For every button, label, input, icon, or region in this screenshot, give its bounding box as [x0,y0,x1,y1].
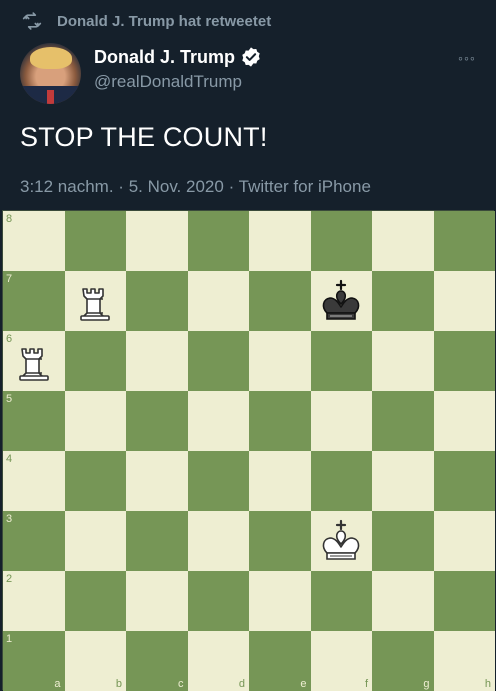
square-c7[interactable] [126,271,188,331]
square-f4[interactable] [310,451,372,511]
file-label: f [364,678,368,690]
tweet-source[interactable]: Twitter for iPhone [239,177,371,196]
square-e7[interactable] [249,271,311,331]
rank-label: 2 [6,573,13,585]
rank-label: 7 [6,273,13,285]
file-label: c [178,678,184,690]
square-f3[interactable] [310,511,372,571]
square-b8[interactable] [64,211,126,271]
square-b5[interactable] [64,391,126,451]
square-h2[interactable] [433,571,495,631]
file-label: e [300,678,307,690]
rank-label: 1 [6,633,13,645]
retweet-text: Donald J. Trump hat retweetet [57,12,272,30]
square-c5[interactable] [126,391,188,451]
tweet-meta: 3:12 nachm. · 5. Nov. 2020 · Twitter for… [20,177,371,196]
file-label: b [115,678,122,690]
square-d8[interactable] [187,211,249,271]
square-a7[interactable]: 7 [3,271,65,331]
square-h4[interactable] [433,451,495,511]
square-f1[interactable]: f [310,631,372,691]
square-h1[interactable]: h [433,631,495,691]
rank-label: 8 [6,213,13,225]
square-e8[interactable] [249,211,311,271]
avatar[interactable] [20,43,81,104]
square-g5[interactable] [372,391,434,451]
square-h3[interactable] [433,511,495,571]
square-a6[interactable]: 6 [3,331,65,391]
square-e6[interactable] [249,331,311,391]
square-d7[interactable] [187,271,249,331]
square-a1[interactable]: 1a [3,631,65,691]
square-h7[interactable] [433,271,495,331]
square-e3[interactable] [249,511,311,571]
file-label: d [238,678,245,690]
square-d3[interactable] [187,511,249,571]
square-b6[interactable] [64,331,126,391]
square-c6[interactable] [126,331,188,391]
square-e1[interactable]: e [249,631,311,691]
square-b7[interactable] [64,271,126,331]
square-b3[interactable] [64,511,126,571]
tweet-time[interactable]: 3:12 nachm. [20,177,114,196]
square-c4[interactable] [126,451,188,511]
square-h6[interactable] [433,331,495,391]
square-g7[interactable] [372,271,434,331]
square-f5[interactable] [310,391,372,451]
user-name: Donald J. Trump [94,46,236,67]
square-a3[interactable]: 3 [3,511,65,571]
square-d6[interactable] [187,331,249,391]
more-options-icon[interactable]: ◦◦◦ [458,50,476,66]
user-handle[interactable]: @realDonaldTrump [94,72,242,92]
square-b1[interactable]: b [64,631,126,691]
tweet-date[interactable]: 5. Nov. 2020 [129,177,224,196]
square-e4[interactable] [249,451,311,511]
verified-badge-icon [242,47,260,67]
square-c1[interactable]: c [126,631,188,691]
file-label: a [54,678,61,690]
square-a8[interactable]: 8 [3,211,65,271]
square-h8[interactable] [433,211,495,271]
square-a2[interactable]: 2 [3,571,65,631]
black-king-icon[interactable] [317,277,365,325]
square-a5[interactable]: 5 [3,391,65,451]
square-g8[interactable] [372,211,434,271]
square-h5[interactable] [433,391,495,451]
square-f8[interactable] [310,211,372,271]
white-king-icon[interactable] [317,517,365,565]
square-d4[interactable] [187,451,249,511]
square-e2[interactable] [249,571,311,631]
file-label: g [423,678,430,690]
user-name-row[interactable]: Donald J. Trump [94,46,262,68]
square-g2[interactable] [372,571,434,631]
square-a4[interactable]: 4 [3,451,65,511]
square-g4[interactable] [372,451,434,511]
square-f6[interactable] [310,331,372,391]
retweet-icon [22,12,42,30]
retweet-indicator[interactable]: Donald J. Trump hat retweetet [22,10,271,32]
square-c8[interactable] [126,211,188,271]
square-g6[interactable] [372,331,434,391]
square-g1[interactable]: g [372,631,434,691]
square-f7[interactable] [310,271,372,331]
square-e5[interactable] [249,391,311,451]
square-g3[interactable] [372,511,434,571]
square-f2[interactable] [310,571,372,631]
white-rook-icon[interactable] [10,337,58,385]
square-d2[interactable] [187,571,249,631]
file-label: h [484,678,491,690]
chess-board[interactable]: 87654321abcdefgh [2,210,495,691]
rank-label: 5 [6,393,13,405]
rank-label: 3 [6,513,13,525]
square-d1[interactable]: d [187,631,249,691]
square-b2[interactable] [64,571,126,631]
tweet-text: STOP THE COUNT! [20,122,268,152]
square-d5[interactable] [187,391,249,451]
square-b4[interactable] [64,451,126,511]
white-rook-icon[interactable] [71,277,119,325]
square-c3[interactable] [126,511,188,571]
square-c2[interactable] [126,571,188,631]
rank-label: 4 [6,453,13,465]
